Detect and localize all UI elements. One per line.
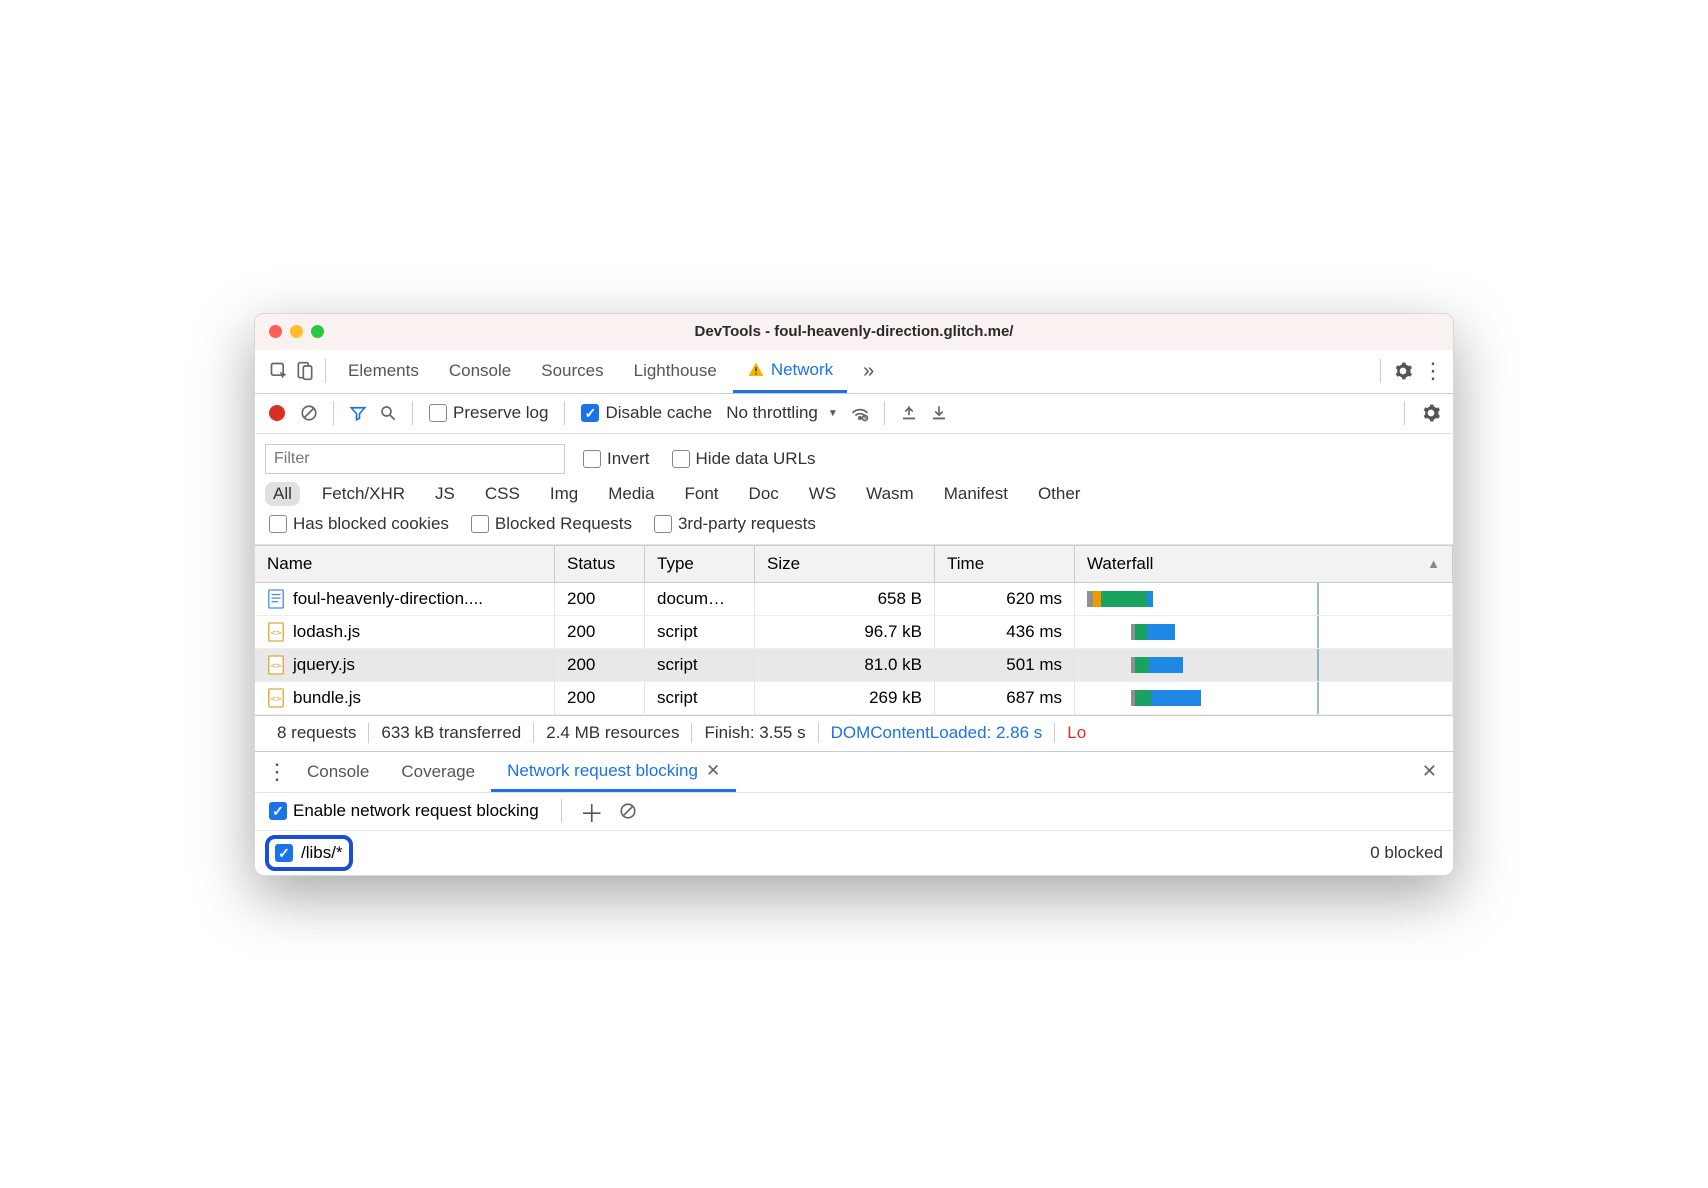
inspect-icon[interactable] — [267, 359, 291, 383]
warning-icon — [747, 361, 765, 379]
blocked-count: 0 blocked — [1370, 843, 1443, 863]
throttling-select[interactable]: No throttling▼ — [722, 403, 842, 423]
filter-input[interactable] — [265, 444, 565, 474]
col-waterfall[interactable]: Waterfall▲ — [1075, 546, 1453, 582]
close-tab-icon[interactable]: ✕ — [706, 761, 720, 781]
sort-indicator-icon: ▲ — [1427, 556, 1440, 571]
filter-type-all[interactable]: All — [265, 482, 300, 506]
filter-type-manifest[interactable]: Manifest — [936, 482, 1016, 506]
panel-tabs: Elements Console Sources Lighthouse Netw… — [255, 350, 1453, 394]
device-toggle-icon[interactable] — [293, 359, 317, 383]
disable-cache-checkbox[interactable]: Disable cache — [577, 403, 716, 423]
network-settings-icon[interactable] — [1417, 403, 1445, 423]
status-requests: 8 requests — [265, 723, 369, 743]
drawer-tab-network-request-blocking[interactable]: Network request blocking ✕ — [491, 752, 736, 792]
col-time[interactable]: Time — [935, 546, 1075, 582]
record-button[interactable] — [263, 405, 291, 421]
more-tabs-button[interactable]: » — [849, 350, 888, 393]
col-status[interactable]: Status — [555, 546, 645, 582]
js-file-icon: <> — [267, 688, 285, 708]
pattern-text: /libs/* — [301, 843, 343, 863]
export-har-icon[interactable] — [927, 401, 951, 425]
drawer-menu-icon[interactable]: ⋮ — [263, 759, 291, 785]
filter-type-fetch-xhr[interactable]: Fetch/XHR — [314, 482, 413, 506]
network-conditions-icon[interactable] — [848, 401, 872, 425]
import-har-icon[interactable] — [897, 401, 921, 425]
titlebar: DevTools - foul-heavenly-direction.glitc… — [255, 314, 1453, 350]
col-name[interactable]: Name — [255, 546, 555, 582]
filter-type-css[interactable]: CSS — [477, 482, 528, 506]
drawer-tab-coverage[interactable]: Coverage — [385, 752, 491, 792]
status-transferred: 633 kB transferred — [369, 723, 534, 743]
pattern-checkbox[interactable] — [275, 844, 293, 862]
request-table-body: foul-heavenly-direction....200docum…658 … — [255, 583, 1453, 715]
enable-blocking-checkbox[interactable]: Enable network request blocking — [265, 801, 543, 821]
table-row[interactable]: foul-heavenly-direction....200docum…658 … — [255, 583, 1453, 616]
col-size[interactable]: Size — [755, 546, 935, 582]
third-party-checkbox[interactable]: 3rd-party requests — [650, 514, 820, 534]
invert-checkbox[interactable]: Invert — [579, 449, 654, 469]
tab-lighthouse[interactable]: Lighthouse — [620, 350, 731, 393]
preserve-log-checkbox[interactable]: Preserve log — [425, 403, 552, 423]
hide-data-urls-checkbox[interactable]: Hide data URLs — [668, 449, 820, 469]
search-icon[interactable] — [376, 401, 400, 425]
blocked-requests-checkbox[interactable]: Blocked Requests — [467, 514, 636, 534]
filter-type-font[interactable]: Font — [677, 482, 727, 506]
request-table-header: Name Status Type Size Time Waterfall▲ — [255, 545, 1453, 583]
filter-type-doc[interactable]: Doc — [741, 482, 787, 506]
js-file-icon: <> — [267, 622, 285, 642]
blocking-pattern-item[interactable]: /libs/* — [265, 835, 353, 871]
drawer-tabs: ⋮ Console Coverage Network request block… — [255, 751, 1453, 793]
remove-all-icon[interactable] — [616, 799, 640, 823]
tab-elements[interactable]: Elements — [334, 350, 433, 393]
clear-icon[interactable] — [297, 401, 321, 425]
filter-type-js[interactable]: JS — [427, 482, 463, 506]
status-resources: 2.4 MB resources — [534, 723, 692, 743]
network-toolbar: Preserve log Disable cache No throttling… — [255, 394, 1453, 434]
svg-text:<>: <> — [271, 694, 282, 704]
svg-text:<>: <> — [271, 628, 282, 638]
filter-type-other[interactable]: Other — [1030, 482, 1089, 506]
status-domcontentloaded: DOMContentLoaded: 2.86 s — [819, 723, 1056, 743]
status-finish: Finish: 3.55 s — [692, 723, 818, 743]
table-row[interactable]: <>lodash.js200script96.7 kB436 ms — [255, 616, 1453, 649]
close-drawer-icon[interactable]: ✕ — [1414, 761, 1445, 782]
drawer-tab-console[interactable]: Console — [291, 752, 385, 792]
table-row[interactable]: <>jquery.js200script81.0 kB501 ms — [255, 649, 1453, 682]
tab-network[interactable]: Network — [733, 350, 847, 393]
filter-type-img[interactable]: Img — [542, 482, 586, 506]
js-file-icon: <> — [267, 655, 285, 675]
blocking-controls: Enable network request blocking ＋ — [255, 793, 1453, 831]
filter-icon[interactable] — [346, 401, 370, 425]
settings-icon[interactable] — [1389, 361, 1417, 381]
doc-file-icon — [267, 589, 285, 609]
tab-console[interactable]: Console — [435, 350, 525, 393]
filter-bar: Invert Hide data URLs All Fetch/XHR JS CSS I… — [255, 434, 1453, 545]
blocking-pattern-list: /libs/* 0 blocked — [255, 831, 1453, 875]
filter-type-media[interactable]: Media — [600, 482, 662, 506]
filter-type-ws[interactable]: WS — [801, 482, 844, 506]
kebab-menu-icon[interactable]: ⋮ — [1419, 358, 1447, 384]
col-type[interactable]: Type — [645, 546, 755, 582]
table-row[interactable]: <>bundle.js200script269 kB687 ms — [255, 682, 1453, 715]
svg-text:<>: <> — [271, 661, 282, 671]
status-load: Lo — [1055, 723, 1098, 743]
has-blocked-cookies-checkbox[interactable]: Has blocked cookies — [265, 514, 453, 534]
tab-sources[interactable]: Sources — [527, 350, 617, 393]
network-status-bar: 8 requests 633 kB transferred 2.4 MB res… — [255, 715, 1453, 751]
window-title: DevTools - foul-heavenly-direction.glitc… — [255, 323, 1453, 340]
filter-type-wasm[interactable]: Wasm — [858, 482, 922, 506]
devtools-window: DevTools - foul-heavenly-direction.glitc… — [254, 313, 1454, 876]
add-pattern-icon[interactable]: ＋ — [580, 799, 604, 823]
